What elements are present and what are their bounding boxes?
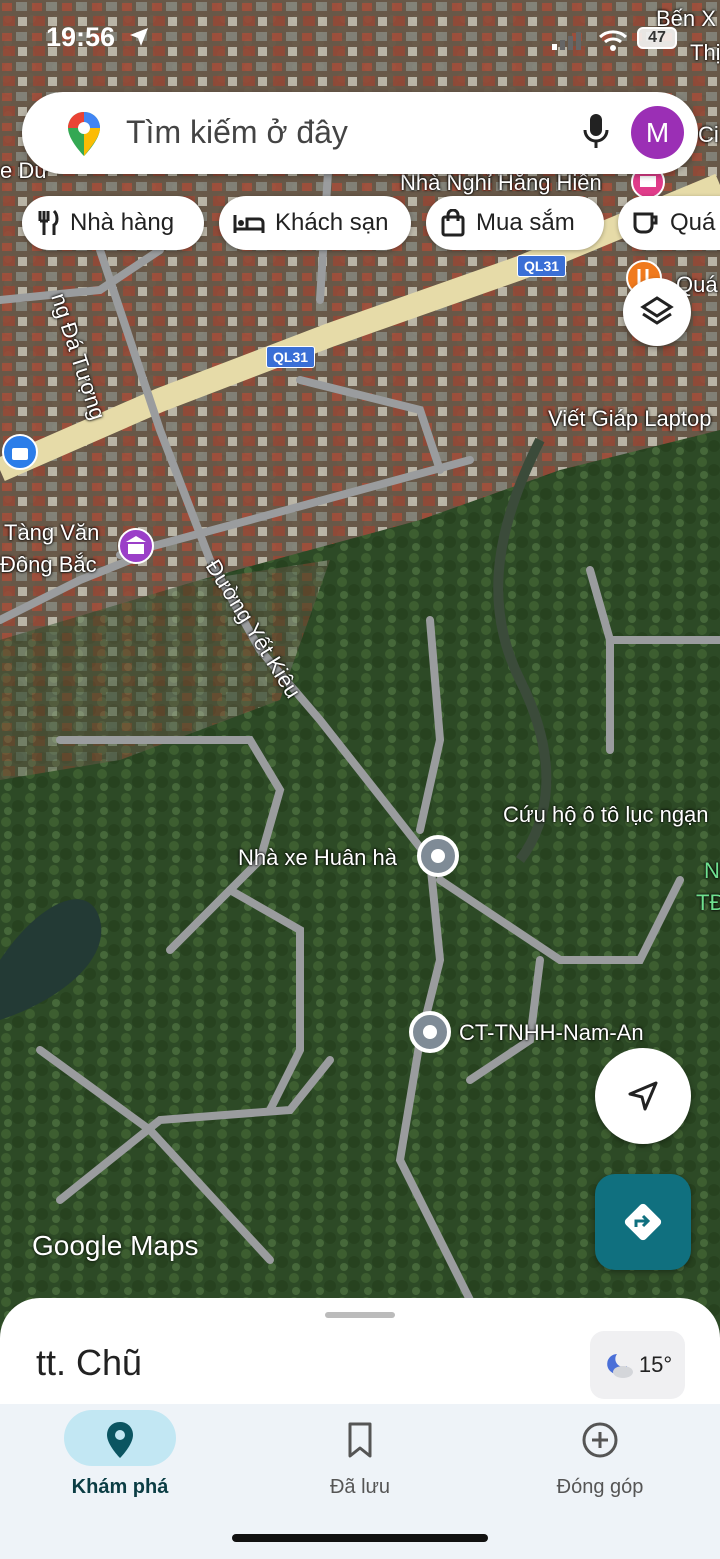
shopping-bag-icon — [441, 209, 465, 237]
chip-restaurants[interactable]: Nhà hàng — [22, 196, 204, 250]
bottom-sheet[interactable]: tt. Chũ 15° — [0, 1298, 720, 1418]
location-pin-icon — [107, 1422, 133, 1458]
road-shield-ql31: QL31 — [517, 255, 567, 277]
chip-shopping[interactable]: Mua sắm — [426, 196, 604, 250]
search-bar[interactable]: Tìm kiếm ở đây M — [22, 92, 698, 174]
my-location-button[interactable] — [595, 1048, 691, 1144]
layers-icon — [640, 296, 674, 325]
nav-explore[interactable]: Khám phá — [0, 1404, 240, 1514]
map-label-nha-xe[interactable]: Nhà xe Huân hà — [238, 845, 397, 871]
map-label-tang-van[interactable]: Tàng Văn — [4, 520, 99, 546]
status-time: 19:56 — [46, 22, 116, 52]
road-shield-ql31: QL31 — [266, 346, 316, 368]
moon-cloud-icon — [607, 1354, 633, 1378]
location-arrow-icon — [130, 28, 148, 46]
nav-saved-label: Đã lưu — [329, 1476, 391, 1498]
chip-hotels-label: Khách sạn — [275, 209, 389, 236]
pin-nha-xe-icon[interactable] — [416, 834, 460, 878]
chip-hotels[interactable]: Khách sạn — [219, 196, 411, 250]
nav-contribute[interactable]: Đóng góp — [480, 1404, 720, 1514]
avatar[interactable]: M — [631, 106, 684, 159]
nav-contribute-label: Đóng góp — [556, 1476, 644, 1498]
directions-button[interactable] — [595, 1174, 691, 1270]
map-label-viet-giap[interactable]: Viết Giáp Laptop — [548, 406, 712, 432]
directions-icon — [624, 1203, 662, 1241]
map-label-cuu-ho[interactable]: Cứu hộ ô tô lục ngạn — [503, 802, 709, 828]
google-maps-logo: Google Maps — [32, 1230, 199, 1261]
signal-icon — [552, 32, 581, 50]
google-maps-pin-icon — [68, 112, 100, 156]
pin-ct-nam-an-icon[interactable] — [408, 1010, 452, 1054]
battery-indicator: 47 — [637, 27, 677, 49]
chip-restaurants-label: Nhà hàng — [70, 209, 175, 236]
bookmark-icon — [348, 1422, 372, 1458]
hotel-icon — [233, 215, 265, 233]
search-input[interactable]: Tìm kiếm ở đây — [126, 114, 348, 151]
map-label-n: N — [704, 858, 720, 883]
chip-cafes[interactable]: Quá — [618, 196, 720, 250]
restaurant-icon — [38, 209, 59, 235]
chip-cafes-label: Quá — [670, 209, 716, 236]
map-label-ct-nam-an[interactable]: CT-TNHH-Nam-An — [459, 1020, 644, 1046]
pin-museum-icon[interactable] — [116, 526, 156, 566]
navigation-arrow-icon — [628, 1081, 658, 1111]
nav-explore-label: Khám phá — [71, 1476, 169, 1498]
place-name: tt. Chũ — [36, 1342, 143, 1383]
wifi-icon — [598, 30, 628, 51]
map-label-ci: Ci — [698, 122, 719, 147]
microphone-icon[interactable] — [582, 112, 610, 152]
weather-badge[interactable]: 15° — [590, 1331, 685, 1399]
coffee-icon — [633, 212, 658, 234]
sheet-drag-handle[interactable] — [325, 1312, 395, 1318]
map-label-td: TĐ — [696, 890, 720, 915]
nav-saved[interactable]: Đã lưu — [240, 1404, 480, 1514]
chip-shopping-label: Mua sắm — [476, 209, 575, 236]
pin-shopping-icon[interactable] — [0, 432, 40, 472]
weather-temperature: 15° — [638, 1352, 673, 1377]
home-indicator[interactable] — [232, 1534, 488, 1542]
map-label-dong-bac[interactable]: Đông Bắc — [0, 552, 97, 578]
add-circle-icon — [582, 1422, 618, 1458]
layers-button[interactable] — [623, 278, 691, 346]
status-bar: 19:56 47 — [0, 0, 720, 80]
